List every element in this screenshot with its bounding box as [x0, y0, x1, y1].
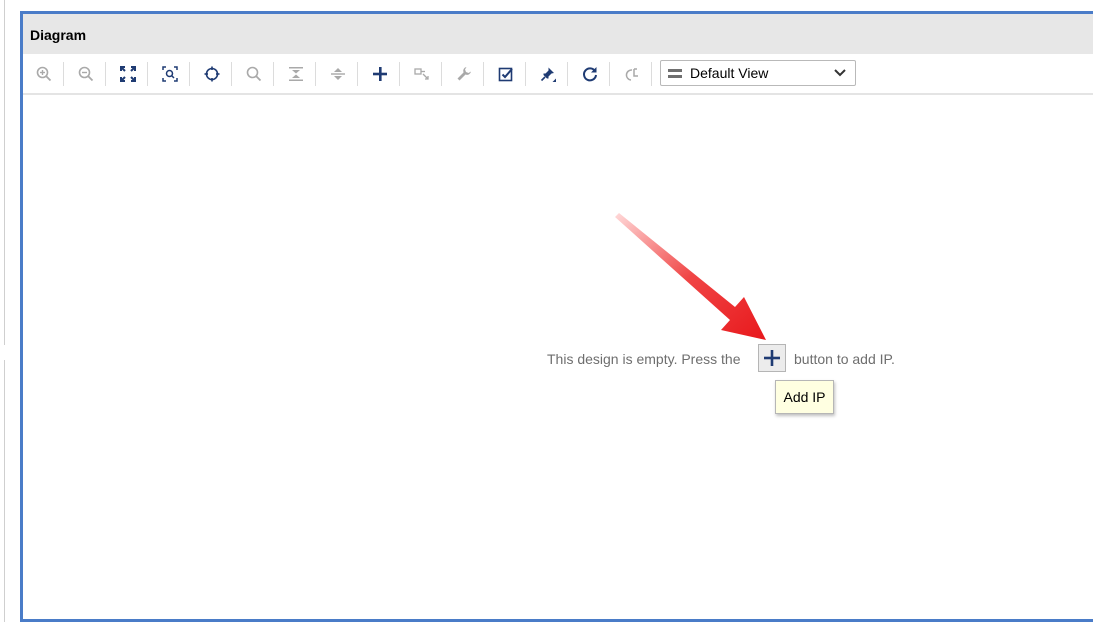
zoom-out-icon — [78, 66, 94, 82]
panel-title-bar: Diagram — [23, 14, 1093, 54]
search-button[interactable] — [241, 62, 267, 86]
toolbar-separator — [609, 62, 610, 86]
toolbar-separator — [483, 62, 484, 86]
optimize-routing-icon — [625, 68, 638, 81]
toolbar-separator — [399, 62, 400, 86]
validate-design-button[interactable] — [493, 62, 519, 86]
expand-all-icon — [331, 68, 345, 80]
pin-icon — [540, 67, 556, 82]
auto-connect-icon — [204, 66, 220, 82]
expand-all-button[interactable] — [325, 62, 351, 86]
properties-button[interactable] — [451, 62, 477, 86]
zoom-fit-icon — [120, 66, 136, 82]
toolbar-separator — [651, 62, 652, 86]
toolbar-separator — [525, 62, 526, 86]
toolbar-separator — [357, 62, 358, 86]
make-external-icon — [414, 68, 429, 80]
toolbar-separator — [315, 62, 316, 86]
diagram-toolbar: Default View — [23, 54, 1093, 95]
toolbar-separator — [147, 62, 148, 86]
zoom-selection-icon — [162, 66, 178, 82]
add-ip-tooltip: Add IP — [775, 380, 834, 414]
make-external-button[interactable] — [409, 62, 435, 86]
left-panel-edge-top — [0, 0, 5, 345]
zoom-selection-button[interactable] — [157, 62, 183, 86]
inline-add-ip-button[interactable] — [758, 344, 786, 372]
chevron-down-icon — [834, 69, 846, 77]
pin-button[interactable] — [535, 62, 561, 86]
empty-design-message: This design is empty. Press the — [547, 351, 741, 367]
regenerate-layout-button[interactable] — [577, 62, 603, 86]
collapse-all-icon — [289, 67, 303, 81]
zoom-in-button[interactable] — [31, 62, 57, 86]
toolbar-separator — [567, 62, 568, 86]
auto-connect-button[interactable] — [199, 62, 225, 86]
toolbar-separator — [63, 62, 64, 86]
view-lines-icon — [668, 69, 682, 78]
add-ip-icon — [373, 67, 387, 81]
toolbar-separator — [273, 62, 274, 86]
validate-design-icon — [498, 67, 513, 82]
zoom-fit-button[interactable] — [115, 62, 141, 86]
toolbar-separator — [441, 62, 442, 86]
zoom-in-icon — [36, 66, 52, 82]
panel-title: Diagram — [30, 27, 87, 43]
add-ip-button[interactable] — [367, 62, 393, 86]
toolbar-separator — [105, 62, 106, 86]
properties-wrench-icon — [457, 67, 471, 81]
search-icon — [246, 66, 262, 82]
toolbar-separator — [189, 62, 190, 86]
view-select-value: Default View — [690, 65, 769, 81]
empty-design-message-tail: button to add IP. — [794, 351, 895, 367]
left-panel-edge-bottom — [0, 360, 5, 622]
diagram-panel: Diagram Default View This design is empt… — [20, 11, 1093, 622]
optimize-routing-button[interactable] — [619, 62, 645, 86]
red-arrow-annotation — [615, 213, 766, 340]
view-select[interactable]: Default View — [660, 60, 856, 86]
regenerate-layout-icon — [583, 67, 597, 82]
zoom-out-button[interactable] — [73, 62, 99, 86]
collapse-all-button[interactable] — [283, 62, 309, 86]
toolbar-separator — [231, 62, 232, 86]
add-ip-icon — [764, 350, 780, 366]
